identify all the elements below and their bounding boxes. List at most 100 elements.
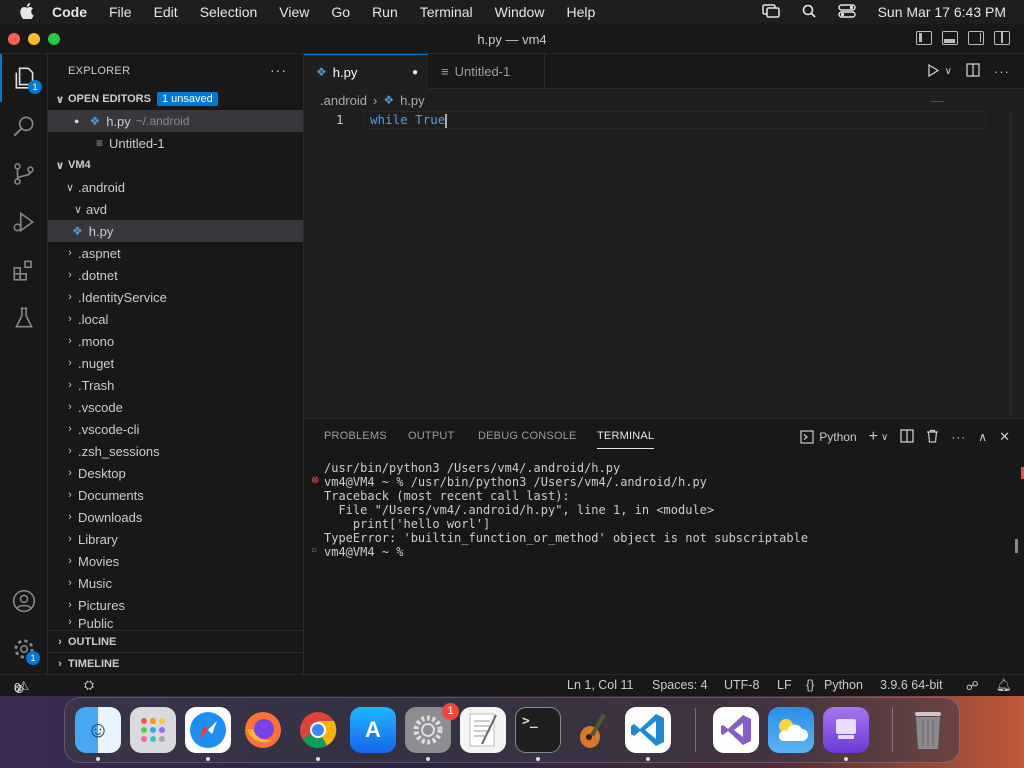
apple-menu-icon[interactable]	[18, 2, 36, 22]
tree-folder[interactable]: › .zsh_sessions	[48, 440, 303, 462]
menu-file[interactable]: File	[109, 4, 132, 20]
language-mode[interactable]: Python	[824, 678, 863, 692]
tree-folder[interactable]: › .local	[48, 308, 303, 330]
toggle-primary-sidebar-icon[interactable]	[916, 31, 932, 45]
panel-more-actions-icon[interactable]: ···	[951, 430, 966, 444]
toggle-panel-icon[interactable]	[942, 31, 958, 45]
breadcrumb-folder[interactable]: .android	[320, 93, 367, 108]
tree-folder[interactable]: › .aspnet	[48, 242, 303, 264]
tree-folder[interactable]: › Pictures	[48, 594, 303, 616]
tree-folder[interactable]: › .Trash	[48, 374, 303, 396]
editor-more-actions-icon[interactable]: ···	[994, 64, 1010, 79]
tree-folder[interactable]: › .mono	[48, 330, 303, 352]
tab-h-py[interactable]: ❖ h.py ●	[304, 54, 428, 89]
screen-mirroring-icon[interactable]	[761, 3, 780, 21]
menu-selection[interactable]: Selection	[200, 4, 258, 20]
language-braces-icon[interactable]: {}	[806, 678, 814, 692]
launchpad-icon[interactable]	[130, 707, 176, 753]
tree-folder[interactable]: ∨ avd	[48, 198, 303, 220]
open-editor-untitled[interactable]: ≡ Untitled-1	[48, 132, 303, 154]
menu-help[interactable]: Help	[566, 4, 595, 20]
tree-folder[interactable]: › .IdentityService	[48, 286, 303, 308]
tree-folder[interactable]: › Downloads	[48, 506, 303, 528]
live-share-icon[interactable]: ⛭	[84, 678, 94, 693]
firefox-icon[interactable]	[240, 707, 286, 753]
feedback-icon[interactable]: ☍	[966, 678, 979, 693]
menu-go[interactable]: Go	[331, 4, 350, 20]
open-editor-h-py[interactable]: ● ❖ h.py ~/.android	[48, 110, 303, 132]
tab-problems[interactable]: PROBLEMS	[324, 430, 387, 442]
simulator-icon[interactable]	[823, 707, 869, 753]
indentation[interactable]: Spaces: 4	[652, 678, 708, 692]
tab-debug-console[interactable]: DEBUG CONSOLE	[478, 430, 577, 442]
tree-folder[interactable]: › .dotnet	[48, 264, 303, 286]
run-python-file-icon[interactable]	[927, 63, 939, 80]
chrome-icon[interactable]	[295, 707, 341, 753]
tree-folder[interactable]: › Public	[48, 616, 303, 628]
encoding[interactable]: UTF-8	[724, 678, 759, 692]
menu-code[interactable]: Code	[52, 4, 87, 20]
python-interpreter[interactable]: 3.9.6 64-bit	[880, 678, 943, 692]
close-icon[interactable]: ✕	[999, 429, 1010, 445]
terminal-app-icon[interactable]: >_	[515, 707, 561, 753]
menu-view[interactable]: View	[279, 4, 309, 20]
menu-run[interactable]: Run	[372, 4, 398, 20]
notifications-bell-icon[interactable]: 🔔︎	[996, 678, 1012, 693]
garageband-icon[interactable]	[570, 707, 616, 753]
code-editor[interactable]: 1 while True	[304, 111, 1024, 417]
terminal-prompt[interactable]: vm4@VM4 ~ %	[324, 545, 411, 559]
customize-layout-icon[interactable]	[994, 31, 1010, 45]
tab-terminal[interactable]: TERMINAL	[597, 430, 655, 449]
terminal-shell-selector[interactable]: Python	[800, 430, 857, 444]
accounts-icon[interactable]	[0, 577, 48, 625]
end-of-line[interactable]: LF	[777, 678, 792, 692]
manage-gear-icon[interactable]: 1	[0, 625, 48, 673]
editor-scrollbar[interactable]	[1010, 111, 1024, 417]
problems-indicator[interactable]: ⊗ 0 ⚠ 0	[14, 678, 29, 696]
terminal-scrollbar[interactable]	[1015, 539, 1018, 553]
chevron-down-icon[interactable]: ∨	[945, 66, 952, 77]
explorer-more-actions-icon[interactable]: ···	[270, 62, 287, 78]
cursor-position[interactable]: Ln 1, Col 11	[567, 678, 633, 692]
toggle-secondary-sidebar-icon[interactable]	[968, 31, 984, 45]
finder-icon[interactable]: ☺	[75, 707, 121, 753]
tab-untitled-1[interactable]: ≡ Untitled-1	[429, 54, 545, 89]
trash-icon[interactable]	[905, 707, 951, 753]
trash-icon[interactable]	[926, 429, 939, 446]
breadcrumb-file[interactable]: h.py	[400, 93, 425, 108]
tree-folder[interactable]: › .vscode	[48, 396, 303, 418]
textedit-icon[interactable]	[460, 707, 506, 753]
tree-folder[interactable]: › Library	[48, 528, 303, 550]
explorer-icon[interactable]: 1	[0, 54, 48, 102]
chevron-down-icon[interactable]: ∨	[881, 432, 888, 443]
tree-folder[interactable]: › .vscode-cli	[48, 418, 303, 440]
app-store-icon[interactable]: A	[350, 707, 396, 753]
menu-window[interactable]: Window	[495, 4, 545, 20]
menu-edit[interactable]: Edit	[154, 4, 178, 20]
menu-terminal[interactable]: Terminal	[420, 4, 473, 20]
visual-studio-icon[interactable]	[713, 707, 759, 753]
vscode-app-icon[interactable]	[625, 707, 671, 753]
tree-folder[interactable]: › Desktop	[48, 462, 303, 484]
tab-output[interactable]: OUTPUT	[408, 430, 454, 442]
unsaved-dot-icon[interactable]: ●	[412, 67, 418, 78]
tree-file-h-py[interactable]: ❖ h.py	[48, 220, 303, 242]
testing-icon[interactable]	[0, 294, 48, 342]
spotlight-search-icon[interactable]	[802, 4, 816, 21]
menubar-clock[interactable]: Sun Mar 17 6:43 PM	[878, 4, 1006, 20]
source-control-icon[interactable]	[0, 150, 48, 198]
extensions-icon[interactable]	[0, 246, 48, 294]
timeline-section[interactable]: › TIMELINE	[48, 652, 303, 674]
open-editors-section[interactable]: ∨ OPEN EDITORS 1 unsaved	[48, 88, 303, 110]
search-icon[interactable]	[0, 102, 48, 150]
split-editor-icon[interactable]	[966, 63, 980, 80]
tree-folder[interactable]: › Music	[48, 572, 303, 594]
tree-folder[interactable]: › Movies	[48, 550, 303, 572]
safari-icon[interactable]	[185, 707, 231, 753]
outline-section[interactable]: › OUTLINE	[48, 630, 303, 652]
tree-folder[interactable]: ∨ .android	[48, 176, 303, 198]
maximize-panel-icon[interactable]: ∧	[978, 430, 987, 444]
run-and-debug-icon[interactable]	[0, 198, 48, 246]
unsaved-dot-icon[interactable]: ●	[74, 116, 79, 126]
control-center-icon[interactable]	[837, 3, 856, 21]
